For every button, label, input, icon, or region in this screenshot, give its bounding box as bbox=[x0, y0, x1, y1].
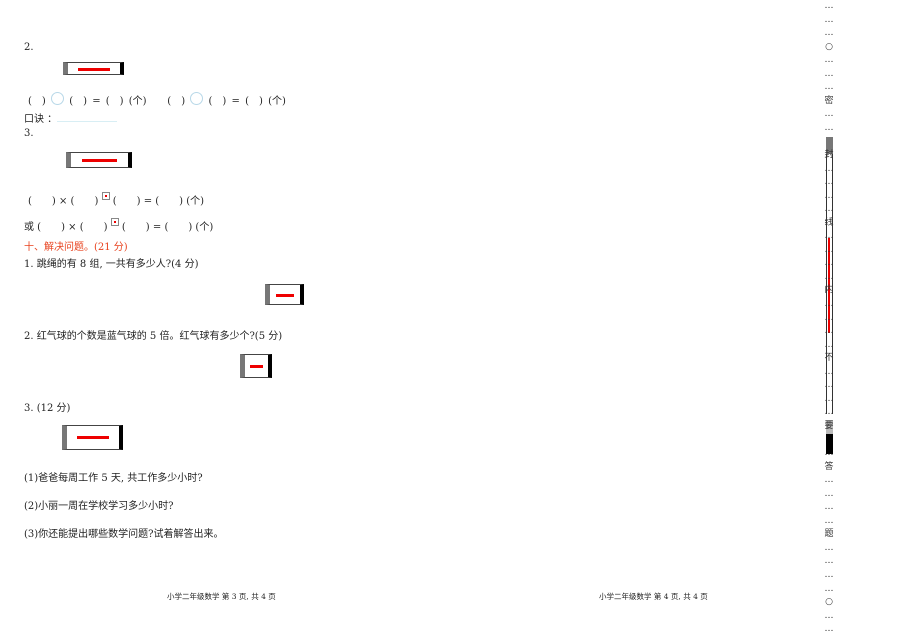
operator-box[interactable] bbox=[110, 218, 119, 226]
binding-char: … bbox=[824, 204, 834, 215]
equals: = bbox=[92, 96, 101, 107]
binding-char: … bbox=[824, 244, 834, 255]
blank: ( ) bbox=[167, 96, 186, 107]
binding-char: 要 bbox=[824, 420, 834, 431]
question-3-row1: ( ) × ( ) ( ) = ( ) (个) bbox=[28, 192, 204, 207]
binding-char: … bbox=[824, 542, 834, 553]
binding-char: ○ bbox=[825, 597, 833, 608]
binding-char: … bbox=[824, 109, 834, 120]
sub-question-3: (3)你还能提出哪些数学问题?试着解答出来。 bbox=[24, 529, 224, 540]
binding-char: … bbox=[824, 407, 834, 418]
koujue-label: 口诀 ： bbox=[24, 114, 58, 125]
koujue-line: 口诀 ： bbox=[24, 110, 118, 125]
binding-char: … bbox=[824, 339, 834, 350]
binding-char: … bbox=[824, 569, 834, 580]
binding-char: … bbox=[824, 299, 834, 310]
image-placeholder bbox=[66, 152, 132, 168]
binding-char: 答 bbox=[824, 461, 834, 472]
question-2-equation: ( ) ( ) = ( ) (个) ( ) ( ) = ( ) (个) bbox=[28, 92, 286, 107]
binding-char: … bbox=[824, 556, 834, 567]
binding-char bbox=[823, 434, 835, 448]
binding-char: … bbox=[824, 1, 834, 11]
binding-char: … bbox=[824, 68, 834, 79]
binding-char: … bbox=[824, 312, 834, 323]
operator-circle[interactable] bbox=[190, 92, 204, 105]
section-title: 十、解决问题。(21 分) bbox=[24, 242, 128, 253]
image-placeholder bbox=[63, 62, 124, 75]
question-3-row2: 或 ( ) × ( ) ( ) = ( ) (个) bbox=[24, 218, 213, 233]
binding-char: … bbox=[824, 610, 834, 621]
binding-char: … bbox=[824, 380, 834, 391]
operator-circle[interactable] bbox=[51, 92, 64, 105]
binding-char: … bbox=[824, 55, 834, 66]
unit: (个) bbox=[268, 96, 286, 107]
binding-char: 不 bbox=[824, 353, 834, 364]
blank: ( ) bbox=[245, 96, 263, 107]
binding-char: … bbox=[824, 258, 834, 269]
blank: ( ) bbox=[69, 96, 87, 107]
binding-char: … bbox=[824, 393, 834, 404]
sub-question-2: (2)小丽一周在学校学习多少小时? bbox=[24, 501, 174, 512]
footer-page-4: 小学二年级数学 第 4 页, 共 4 页 bbox=[599, 592, 708, 601]
binding-char: … bbox=[824, 448, 834, 459]
binding-char: … bbox=[824, 366, 834, 377]
sub-question-1: (1)爸爸每周工作 5 天, 共工作多少小时? bbox=[24, 473, 203, 484]
question-2-number: 2. bbox=[24, 42, 34, 53]
equation-part: 或 ( ) × ( ) bbox=[24, 222, 108, 233]
binding-char: … bbox=[824, 502, 834, 513]
blank: ( ) bbox=[105, 96, 124, 107]
binding-char: … bbox=[824, 515, 834, 526]
question-3-number: 3. bbox=[24, 128, 34, 139]
binding-char: … bbox=[824, 14, 834, 25]
equation-part: ( ) = ( ) (个) bbox=[121, 222, 214, 233]
footer-page-3: 小学二年级数学 第 3 页, 共 4 页 bbox=[167, 592, 276, 601]
problem-2: 2. 红气球的个数是蓝气球的 5 倍。红气球有多少个?(5 分) bbox=[24, 331, 283, 342]
binding-char bbox=[823, 135, 835, 149]
binding-char: 密 bbox=[824, 95, 834, 106]
binding-char: … bbox=[824, 163, 834, 174]
equation-part: ( ) × ( ) bbox=[28, 196, 99, 207]
koujue-blank[interactable] bbox=[57, 111, 118, 122]
binding-char: … bbox=[824, 624, 834, 635]
binding-char: … bbox=[824, 177, 834, 188]
binding-char: 内 bbox=[824, 285, 834, 296]
binding-char: … bbox=[824, 326, 834, 337]
binding-char: … bbox=[824, 583, 834, 594]
binding-char: … bbox=[824, 122, 834, 133]
binding-char: ○ bbox=[825, 41, 833, 52]
binding-char: 线 bbox=[824, 217, 834, 228]
binding-char: … bbox=[824, 475, 834, 486]
equals: = bbox=[231, 96, 240, 107]
binding-line-text: … … … ○ … … … 密 … … 封 … … … … 线 … … … … 内 … … … … 不 … … … … 要 … 答 … … … … 题… bbox=[823, 0, 835, 637]
binding-char: … bbox=[824, 488, 834, 499]
binding-char: 封 bbox=[824, 150, 834, 161]
binding-char: … bbox=[824, 231, 834, 242]
binding-char: … bbox=[824, 271, 834, 282]
problem-1: 1. 跳绳的有 8 组, 一共有多少人?(4 分) bbox=[24, 259, 199, 270]
image-placeholder bbox=[62, 425, 123, 450]
operator-box[interactable] bbox=[101, 192, 110, 200]
equation-part: ( ) = ( ) (个) bbox=[112, 196, 205, 207]
blank: ( ) bbox=[208, 96, 227, 107]
blank: ( ) bbox=[28, 96, 46, 107]
image-placeholder bbox=[240, 354, 272, 378]
image-placeholder bbox=[265, 284, 304, 305]
unit: (个) bbox=[128, 96, 147, 107]
problem-3: 3. (12 分) bbox=[24, 403, 71, 414]
binding-char: … bbox=[824, 190, 834, 201]
binding-char: … bbox=[824, 28, 834, 39]
binding-char: … bbox=[824, 82, 834, 93]
binding-char: 题 bbox=[824, 529, 834, 540]
